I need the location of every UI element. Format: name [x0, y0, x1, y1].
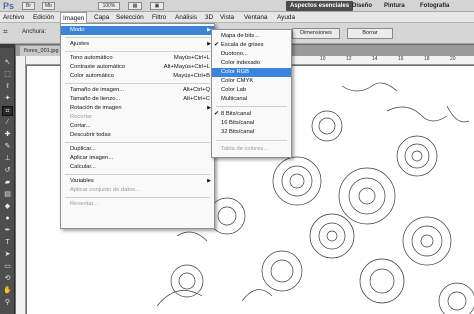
minibridge-button[interactable]: Mb — [42, 2, 55, 10]
zoom-tool-icon[interactable]: ⚲ — [2, 298, 13, 308]
move-tool-icon[interactable]: ↖ — [2, 58, 13, 68]
ruler-left — [16, 56, 26, 314]
workspace-essentials[interactable]: Aspectos esenciales — [286, 1, 354, 11]
menu-item-calcular[interactable]: Calcular... — [61, 163, 214, 172]
menu-separator — [216, 140, 287, 141]
menu-item-tamano-lienzo[interactable]: Tamaño de lienzo... Alt+Ctrl+C — [61, 95, 214, 104]
clone-stamp-tool-icon[interactable]: ⊥ — [2, 154, 13, 164]
workspace-photography[interactable]: Fotografía — [420, 1, 449, 11]
menu-3d[interactable]: 3D — [203, 12, 215, 23]
submenu-item-32-bits[interactable]: 32 Bits/canal — [212, 128, 291, 137]
menu-item-aplicar-imagen[interactable]: Aplicar imagen... — [61, 154, 214, 163]
menu-separator — [65, 197, 210, 198]
menu-vista[interactable]: Vista — [218, 12, 236, 23]
menu-item-tono-automatico[interactable]: Tono automático Mayús+Ctrl+L — [61, 54, 214, 63]
history-brush-tool-icon[interactable]: ↺ — [2, 166, 13, 176]
crop-tool-icon[interactable]: ⌗ — [3, 27, 8, 37]
menu-item-ajustes[interactable]: Ajustes ▶ — [61, 40, 214, 49]
submenu-item-8-bits[interactable]: ✔ 8 Bits/canal — [212, 110, 291, 119]
submenu-item-duotono[interactable]: Duotono... — [212, 50, 291, 59]
toolbox-grip[interactable] — [0, 44, 15, 48]
submenu-item-multicanal[interactable]: Multicanal — [212, 95, 291, 104]
submenu-item-escala-de-grises[interactable]: ✔ Escala de grises — [212, 41, 291, 50]
pen-tool-icon[interactable]: ✒ — [2, 226, 13, 236]
menu-item-reventar: Reventar... — [70, 201, 99, 207]
submenu-item-color-indexado[interactable]: Color indexado — [212, 59, 291, 68]
menu-analisis[interactable]: Análisis — [173, 12, 199, 23]
eraser-tool-icon[interactable]: ▰ — [2, 178, 13, 188]
type-tool-icon[interactable]: T — [2, 238, 13, 248]
menu-item-recortar: Recortar — [70, 114, 93, 120]
submenu-item-tabla-de-colores: Tabla de colores... — [221, 146, 269, 152]
checkmark-icon: ✔ — [214, 42, 220, 48]
menu-edicion[interactable]: Edición — [31, 12, 56, 23]
menu-item-aplicar-conjunto-datos: Aplicar conjunto de datos... — [70, 187, 140, 193]
menu-capa[interactable]: Capa — [92, 12, 111, 23]
magic-wand-tool-icon[interactable]: ✦ — [2, 94, 13, 104]
bridge-button[interactable]: Br — [22, 2, 35, 10]
path-selection-tool-icon[interactable]: ➤ — [2, 250, 13, 260]
eyedropper-tool-icon[interactable]: ⁄ — [2, 118, 13, 128]
menu-item-descubrir-todas[interactable]: Descubrir todas — [61, 131, 214, 140]
ruler-number: 10 — [320, 56, 326, 62]
menu-separator — [65, 83, 210, 84]
submenu-item-16-bits[interactable]: 16 Bits/canal — [212, 119, 291, 128]
checkmark-icon: ✔ — [214, 111, 220, 117]
dimensions-button[interactable]: Dimensiones — [292, 28, 340, 39]
menu-bar: Archivo Edición Imagen Capa Selección Fi… — [0, 12, 474, 24]
blur-tool-icon[interactable]: ◆ — [2, 202, 13, 212]
ruler-number: 18 — [424, 56, 430, 62]
menu-separator — [65, 142, 210, 143]
screen-mode-icon[interactable]: ▣ — [150, 2, 164, 10]
arrange-documents-icon[interactable]: ▦ — [128, 2, 142, 10]
3d-rotate-tool-icon[interactable]: ⟲ — [2, 274, 13, 284]
hand-tool-icon[interactable]: ✋ — [2, 286, 13, 296]
menu-separator — [216, 106, 287, 107]
gradient-tool-icon[interactable]: ▤ — [2, 190, 13, 200]
dodge-tool-icon[interactable]: ● — [2, 214, 13, 224]
workspace-painting[interactable]: Pintura — [384, 1, 405, 11]
clear-button[interactable]: Borrar — [347, 28, 393, 39]
menu-item-tamano-imagen[interactable]: Tamaño de imagen... Alt+Ctrl+Q — [61, 86, 214, 95]
toolbox: ↖ ⬚ ℓ ✦ ⌗ ⁄ ✚ ✎ ⊥ ↺ ▰ ▤ ◆ ● ✒ T ➤ ▭ ⟲ ✋ … — [0, 44, 15, 314]
brush-tool-icon[interactable]: ✎ — [2, 142, 13, 152]
workspace-design[interactable]: Diseño — [352, 1, 372, 11]
menu-ayuda[interactable]: Ayuda — [275, 12, 297, 23]
menu-item-variables[interactable]: Variables ▶ — [61, 177, 214, 186]
menu-filtro[interactable]: Filtro — [150, 12, 168, 23]
modo-submenu: Mapa de bits... ✔ Escala de grises Duoton… — [211, 29, 292, 158]
document-tab[interactable]: flores_001.jpg — [20, 46, 63, 56]
zoom-level[interactable]: 100% — [98, 2, 120, 10]
menu-item-cortar[interactable]: Cortar... — [61, 122, 214, 131]
ruler-number: 16 — [398, 56, 404, 62]
menu-item-contraste-automatico[interactable]: Contraste automático Alt+Mayús+Ctrl+L — [61, 63, 214, 72]
width-label: Anchura: — [22, 29, 47, 35]
menu-separator — [65, 174, 210, 175]
imagen-menu: Modo ▶ Ajustes ▶ Tono automático Mayús+Ctrl… — [60, 23, 215, 229]
submenu-item-color-rgb[interactable]: Color RGB — [212, 68, 291, 77]
menu-separator — [65, 51, 210, 52]
menu-item-rotacion-imagen[interactable]: Rotación de imagen ▶ — [61, 104, 214, 113]
ruler-number: 20 — [450, 56, 456, 62]
shape-tool-icon[interactable]: ▭ — [2, 262, 13, 272]
menu-separator — [65, 37, 210, 38]
marquee-tool-icon[interactable]: ⬚ — [2, 70, 13, 80]
submenu-item-color-lab[interactable]: Color Lab — [212, 86, 291, 95]
crop-tool-button-icon[interactable]: ⌗ — [2, 106, 13, 116]
ruler-number: 12 — [346, 56, 352, 62]
menu-ventana[interactable]: Ventana — [242, 12, 269, 23]
menu-archivo[interactable]: Archivo — [1, 12, 26, 23]
submenu-item-mapa-de-bits[interactable]: Mapa de bits... — [212, 32, 291, 41]
submenu-arrow-icon: ▶ — [207, 178, 211, 184]
menu-seleccion[interactable]: Selección — [114, 12, 146, 23]
menu-item-duplicar[interactable]: Duplicar... — [61, 145, 214, 154]
menu-item-color-automatico[interactable]: Color automático Mayús+Ctrl+B — [61, 72, 214, 81]
photoshop-logo: Ps — [3, 1, 15, 11]
ruler-number: 14 — [372, 56, 378, 62]
healing-brush-tool-icon[interactable]: ✚ — [2, 130, 13, 140]
lasso-tool-icon[interactable]: ℓ — [2, 82, 13, 92]
application-bar: Ps Br Mb 100% ▦ ▣ Aspectos esenciales Di… — [0, 0, 474, 12]
menu-item-modo[interactable]: Modo ▶ — [61, 26, 214, 35]
submenu-item-color-cmyk[interactable]: Color CMYK — [212, 77, 291, 86]
